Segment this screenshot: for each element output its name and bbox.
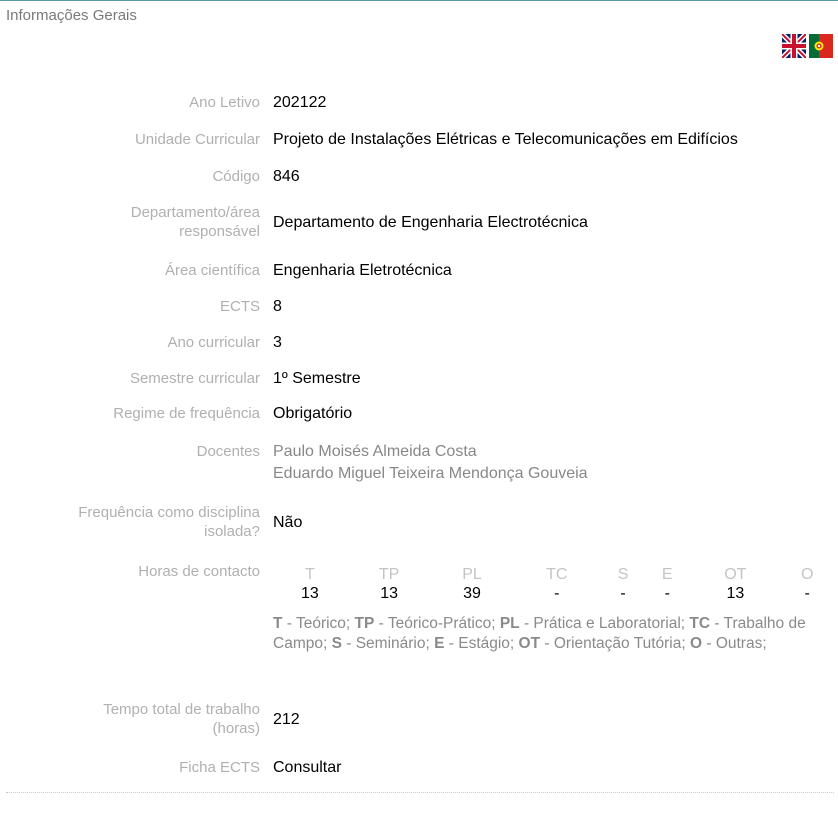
legend-abbr: OT <box>518 635 541 652</box>
legend-abbr: S <box>331 635 342 652</box>
label-regime: Regime de frequência <box>113 405 260 422</box>
label-ects: ECTS <box>219 298 260 315</box>
legend-abbr: TP <box>354 615 375 632</box>
hours-value: 13 <box>300 584 319 602</box>
uk-flag-icon[interactable] <box>782 34 806 58</box>
value-ano-letivo: 202122 <box>273 94 327 111</box>
contact-hours-value-row: 13 13 39 - - - 13 - <box>273 584 833 603</box>
hours-value: - <box>804 584 810 602</box>
hours-value: 13 <box>380 584 398 602</box>
label-area-cientifica: Área científica <box>164 262 260 279</box>
label-tempo-total-line2: (horas) <box>212 720 260 737</box>
label-ano-curricular: Ano curricular <box>167 334 260 351</box>
value-semestre: 1º Semestre <box>273 370 361 387</box>
hours-header: O <box>800 565 814 583</box>
hours-header: S <box>617 565 629 583</box>
contact-hours-legend: T - Teórico; TP - Teórico-Prático; PL - … <box>273 614 825 654</box>
value-unidade-curricular: Projeto de Instalações Elétricas e Telec… <box>273 131 738 148</box>
legend-abbr: TC <box>689 615 711 632</box>
value-isolada: Não <box>273 514 303 531</box>
label-departamento-line1: Departamento/área <box>130 204 260 221</box>
hours-value: 39 <box>463 584 481 602</box>
legend-text: - Teórico; <box>282 615 355 632</box>
hours-header: T <box>304 565 315 583</box>
hours-header: TP <box>378 565 400 583</box>
label-semestre: Semestre curricular <box>129 370 260 387</box>
label-tempo-total-line1: Tempo total de trabalho <box>103 701 260 718</box>
legend-text: - Prática e Laboratorial; <box>519 615 690 632</box>
label-codigo: Código <box>212 168 260 185</box>
legend-text: - Orientação Tutória; <box>540 635 690 652</box>
label-docentes: Docentes <box>196 443 260 460</box>
hours-header: TC <box>546 565 568 583</box>
hours-header: OT <box>724 565 747 583</box>
value-departamento: Departamento de Engenharia Electrotécnic… <box>273 214 588 231</box>
docente-name: Eduardo Miguel Teixeira Mendonça Gouveia <box>273 465 588 482</box>
label-horas-contacto: Horas de contacto <box>138 563 260 580</box>
contact-hours-table: T TP PL TC S E OT O 13 13 39 - - - 13 - <box>273 565 833 603</box>
label-unidade-curricular: Unidade Curricular <box>134 131 260 148</box>
language-selector <box>782 34 833 58</box>
legend-abbr: E <box>434 635 445 652</box>
docente-name: Paulo Moisés Almeida Costa <box>273 443 477 460</box>
hours-value: - <box>554 584 560 602</box>
legend-abbr: O <box>689 635 703 652</box>
label-isolada-line2: isolada? <box>204 523 260 540</box>
label-departamento-line2: responsável <box>179 223 260 240</box>
hours-value: 13 <box>726 584 745 602</box>
section-title: Informações Gerais <box>6 7 137 24</box>
top-divider <box>0 0 838 1</box>
value-regime: Obrigatório <box>273 405 353 422</box>
bottom-divider <box>6 792 834 793</box>
legend-text: - Outras; <box>702 635 767 652</box>
portugal-flag-icon[interactable] <box>809 34 833 58</box>
value-ano-curricular: 3 <box>273 334 282 351</box>
label-ano-letivo: Ano Letivo <box>189 94 260 111</box>
hours-value: - <box>620 584 626 602</box>
contact-hours-header-row: T TP PL TC S E OT O <box>273 565 833 584</box>
legend-text: - Seminário; <box>341 635 435 652</box>
hours-value: - <box>664 584 670 602</box>
legend-text: - Estágio; <box>444 635 519 652</box>
label-ficha-ects: Ficha ECTS <box>179 759 260 776</box>
value-tempo-total: 212 <box>273 711 300 728</box>
value-ects: 8 <box>273 298 282 315</box>
label-isolada-line1: Frequência como disciplina <box>78 504 260 521</box>
consultar-link[interactable]: Consultar <box>273 758 341 778</box>
hours-header: E <box>661 565 673 583</box>
legend-abbr: PL <box>499 615 520 632</box>
value-area-cientifica: Engenharia Eletrotécnica <box>273 262 452 279</box>
hours-header: PL <box>462 565 482 583</box>
value-codigo: 846 <box>273 168 300 185</box>
legend-text: - Teórico-Prático; <box>374 615 500 632</box>
